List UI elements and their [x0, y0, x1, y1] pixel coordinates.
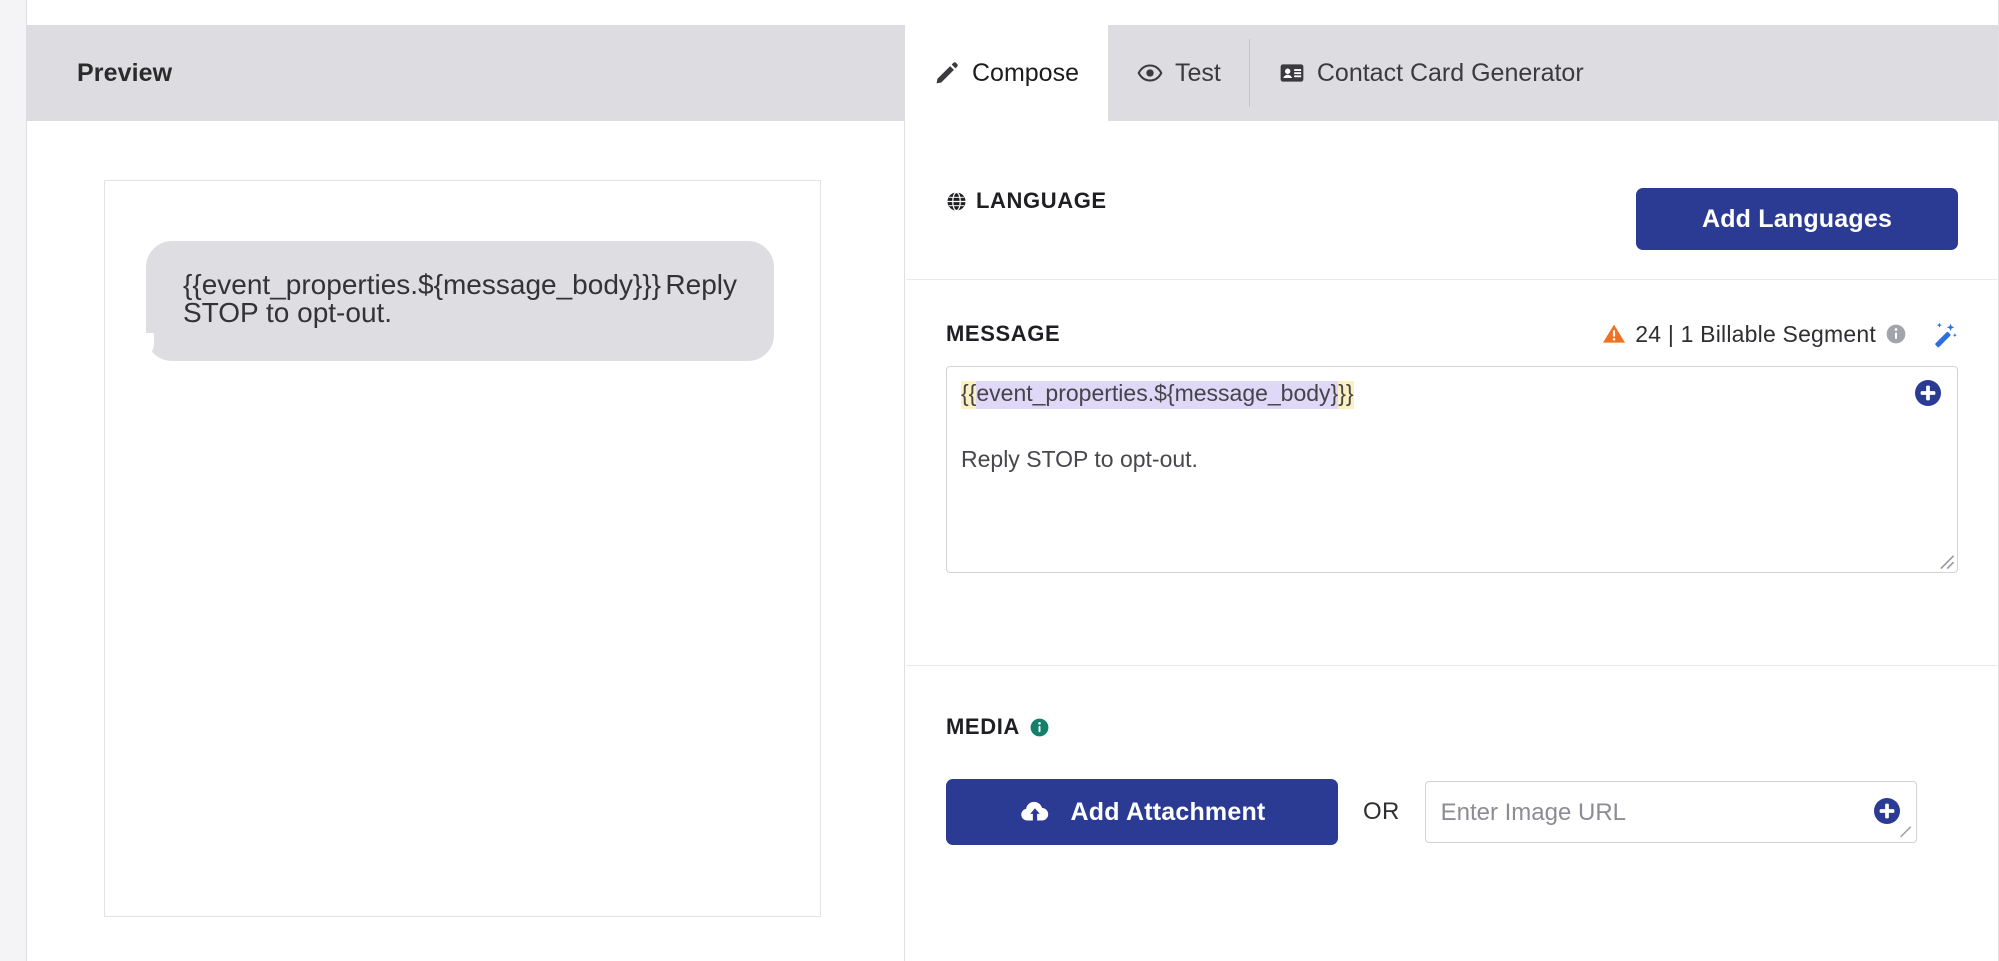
tab-test-label: Test: [1175, 59, 1221, 88]
compose-pane: LANGUAGE Add Languages MESSAGE: [906, 121, 1998, 961]
plus-circle-icon: [1913, 378, 1943, 411]
language-section: LANGUAGE Add Languages: [906, 121, 1998, 280]
body-split: {{event_properties.${message_body}}} Rep…: [27, 121, 1998, 961]
language-label: LANGUAGE: [976, 188, 1107, 214]
message-textarea-content[interactable]: {{event_properties.${message_body}}} Rep…: [961, 381, 1897, 550]
bubble-line-body: {{event_properties.${message_body}}}: [183, 269, 661, 300]
segment-count-text: 24 | 1 Billable Segment: [1635, 321, 1876, 348]
message-plain-line: Reply STOP to opt-out.: [961, 447, 1897, 471]
liquid-tag: event_properties.${message_body}: [976, 381, 1338, 409]
media-label: MEDIA: [946, 714, 1020, 740]
message-section: MESSAGE 24 | 1 Billable Segment: [906, 280, 1998, 666]
url-field-resize-handle[interactable]: [1897, 823, 1914, 840]
tab-contact-card-label: Contact Card Generator: [1317, 59, 1584, 88]
eye-icon: [1137, 60, 1163, 86]
message-bubble: {{event_properties.${message_body}}} Rep…: [146, 241, 774, 361]
info-circle-icon[interactable]: [1885, 323, 1907, 345]
globe-icon: [946, 191, 967, 212]
tab-test[interactable]: Test: [1108, 25, 1250, 121]
liquid-open-brace: {{: [961, 381, 976, 409]
preview-pane: {{event_properties.${message_body}}} Rep…: [27, 121, 905, 961]
segment-info: 24 | 1 Billable Segment: [1602, 320, 1958, 348]
page-title: Preview: [77, 59, 172, 88]
tab-contact-card-generator[interactable]: Contact Card Generator: [1250, 25, 1613, 121]
warning-triangle-icon: [1602, 322, 1626, 346]
tab-bar: Compose Test: [905, 25, 1998, 121]
tab-compose[interactable]: Compose: [905, 25, 1108, 121]
image-url-input[interactable]: [1439, 782, 1858, 844]
message-textarea[interactable]: {{event_properties.${message_body}}} Rep…: [946, 366, 1958, 573]
or-label: OR: [1363, 798, 1400, 826]
preview-header: Preview: [27, 25, 905, 121]
cloud-upload-icon: [1019, 796, 1051, 828]
image-url-field[interactable]: [1425, 781, 1917, 843]
pencil-icon: [934, 60, 960, 86]
tab-compose-label: Compose: [972, 59, 1079, 88]
add-languages-button[interactable]: Add Languages: [1636, 188, 1958, 250]
header-row: Preview Compose Te: [27, 25, 1998, 121]
contact-card-icon: [1279, 60, 1305, 86]
preview-canvas: {{event_properties.${message_body}}} Rep…: [104, 180, 821, 917]
textarea-resize-handle[interactable]: [1938, 553, 1955, 570]
message-label: MESSAGE: [946, 321, 1060, 347]
app-shell: Preview Compose Te: [26, 0, 1999, 961]
media-label-group: MEDIA: [946, 714, 1050, 740]
liquid-close-brace: }}: [1338, 381, 1353, 409]
info-circle-teal-icon[interactable]: [1029, 717, 1050, 738]
magic-wand-icon: [1930, 320, 1958, 348]
add-attachment-label: Add Attachment: [1071, 798, 1266, 827]
language-label-group: LANGUAGE: [946, 188, 1107, 214]
add-languages-label: Add Languages: [1702, 205, 1892, 234]
add-personalization-button[interactable]: [1913, 379, 1943, 409]
add-attachment-button[interactable]: Add Attachment: [946, 779, 1338, 845]
magic-wand-button[interactable]: [1916, 320, 1958, 348]
top-strip: [27, 0, 1998, 25]
media-section: MEDIA: [906, 666, 1998, 961]
